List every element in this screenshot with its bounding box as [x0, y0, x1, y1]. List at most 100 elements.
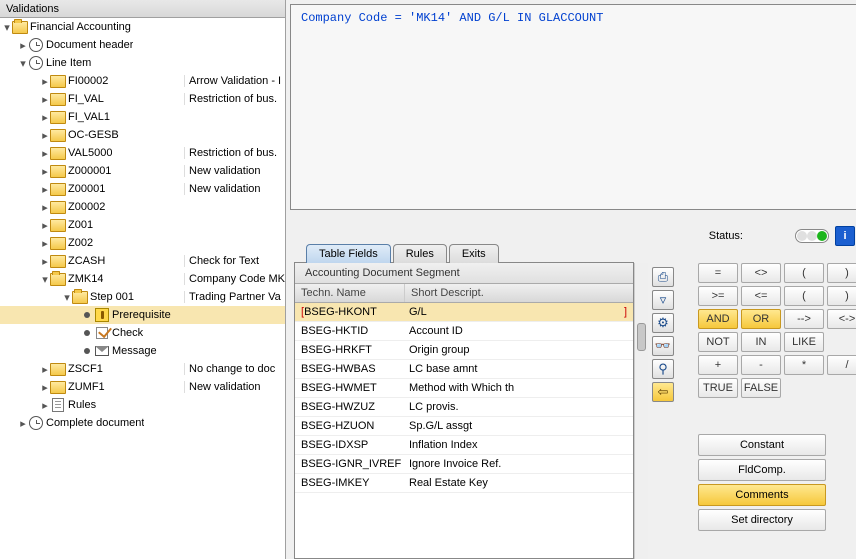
table-row[interactable]: BSEG-HWBASLC base amnt — [295, 360, 633, 379]
operator-button[interactable]: / — [827, 355, 856, 375]
tab-strip: Table Fields Rules Exits — [306, 244, 709, 263]
expand-icon[interactable]: ▸ — [40, 75, 50, 88]
operator-button[interactable]: ) — [827, 263, 856, 283]
expand-icon[interactable]: ▸ — [18, 39, 28, 52]
find-next-button[interactable]: ⚲ — [652, 359, 674, 379]
tree-item[interactable]: ▸ZSCF1No change to doc — [0, 360, 285, 378]
tree-item[interactable]: ▸FI00002Arrow Validation - I — [0, 72, 285, 90]
operator-button[interactable]: + — [698, 355, 738, 375]
operator-button[interactable]: <-> — [827, 309, 856, 329]
message-icon — [95, 346, 109, 356]
operator-button[interactable]: AND — [698, 309, 738, 329]
expand-icon[interactable]: ▸ — [40, 201, 50, 214]
operator-button[interactable]: NOT — [698, 332, 738, 352]
tree-item[interactable]: ▸ZCASHCheck for Text — [0, 252, 285, 270]
collapse-icon[interactable]: ▾ — [2, 21, 12, 34]
formula-editor[interactable]: Company Code = 'MK14' AND G/L IN GLACCOU… — [290, 4, 856, 210]
fldcomp-button[interactable]: FldComp. — [698, 459, 826, 481]
operator-button[interactable]: >= — [698, 286, 738, 306]
expand-icon[interactable]: ▸ — [40, 183, 50, 196]
expand-icon[interactable]: ▸ — [40, 93, 50, 106]
tree-item[interactable]: ▸Rules — [0, 396, 285, 414]
tree-item[interactable]: ▸Z00001New validation — [0, 180, 285, 198]
config-button[interactable]: ⚙ — [652, 313, 674, 333]
status-label: Status: — [709, 230, 743, 242]
expand-icon[interactable]: ▸ — [40, 129, 50, 142]
collapse-icon[interactable]: ▾ — [18, 57, 28, 70]
expand-icon[interactable]: ▸ — [40, 399, 50, 412]
operator-button[interactable]: --> — [784, 309, 824, 329]
tree-item[interactable]: ▸Z002 — [0, 234, 285, 252]
validation-tree[interactable]: ▾ Financial Accounting ▸ Document header… — [0, 18, 285, 559]
operator-button[interactable]: * — [784, 355, 824, 375]
table-scrollbar[interactable] — [634, 263, 648, 559]
expand-icon[interactable]: ▸ — [40, 165, 50, 178]
print-button[interactable]: ⎙ — [652, 267, 674, 287]
tree-item[interactable]: ▾ZMK14Company Code MK — [0, 270, 285, 288]
comments-button[interactable]: Comments — [698, 484, 826, 506]
tree-item[interactable]: ▸OC-GESB — [0, 126, 285, 144]
tree-item[interactable]: ▸Z00002 — [0, 198, 285, 216]
table-row[interactable]: BSEG-IGNR_IVREFIgnore Invoice Ref. — [295, 455, 633, 474]
tree-root[interactable]: ▾ Financial Accounting — [0, 18, 285, 36]
operator-button[interactable]: OR — [741, 309, 781, 329]
operator-button[interactable]: - — [741, 355, 781, 375]
tree-group-docheader[interactable]: ▸ Document header — [0, 36, 285, 54]
check-icon — [96, 327, 108, 339]
operator-button[interactable]: <> — [741, 263, 781, 283]
table-row[interactable]: [BSEG-HKONTG/L] — [295, 303, 633, 322]
operator-button[interactable]: ( — [784, 263, 824, 283]
tree-item[interactable]: ▸Z001 — [0, 216, 285, 234]
tree-prerequisite[interactable]: Prerequisite — [0, 306, 285, 324]
tree-item[interactable]: ▸Z000001New validation — [0, 162, 285, 180]
operator-button[interactable]: FALSE — [741, 378, 781, 398]
field-table[interactable]: Accounting Document Segment Techn. Name … — [294, 262, 634, 559]
table-row[interactable]: BSEG-HKTIDAccount ID — [295, 322, 633, 341]
operator-button[interactable]: TRUE — [698, 378, 738, 398]
filter-button[interactable]: ▿ — [652, 290, 674, 310]
find-button[interactable]: 👓 — [652, 336, 674, 356]
expand-icon[interactable]: ▸ — [40, 147, 50, 160]
expand-icon[interactable]: ▸ — [40, 255, 50, 268]
tree-group-complete[interactable]: ▸ Complete document — [0, 414, 285, 432]
tree-item[interactable]: ▸VAL5000Restriction of bus. — [0, 144, 285, 162]
back-button[interactable]: ⇦ — [652, 382, 674, 402]
tree-item[interactable]: ▸FI_VAL1 — [0, 108, 285, 126]
collapse-icon[interactable]: ▾ — [40, 273, 50, 286]
info-button[interactable]: i — [835, 226, 855, 246]
tree-item[interactable]: ▸FI_VALRestriction of bus. — [0, 90, 285, 108]
tab-exits[interactable]: Exits — [449, 244, 499, 263]
collapse-icon[interactable]: ▾ — [62, 291, 72, 304]
operator-button[interactable]: ( — [784, 286, 824, 306]
table-row[interactable]: BSEG-HWMETMethod with Which th — [295, 379, 633, 398]
constant-button[interactable]: Constant — [698, 434, 826, 456]
expand-icon[interactable]: ▸ — [40, 363, 50, 376]
panel-title: Validations — [0, 0, 285, 18]
tab-table-fields[interactable]: Table Fields — [306, 244, 391, 263]
status-leds — [795, 229, 829, 243]
table-row[interactable]: BSEG-HRKFTOrigin group — [295, 341, 633, 360]
expand-icon[interactable]: ▸ — [40, 381, 50, 394]
operator-button[interactable]: ) — [827, 286, 856, 306]
setdirectory-button[interactable]: Set directory — [698, 509, 826, 531]
table-title: Accounting Document Segment — [295, 263, 633, 284]
table-row[interactable]: BSEG-HZUONSp.G/L assgt — [295, 417, 633, 436]
operator-button[interactable]: LIKE — [784, 332, 824, 352]
operator-button[interactable]: IN — [741, 332, 781, 352]
tree-step[interactable]: ▾ Step 001 Trading Partner Va — [0, 288, 285, 306]
clock-icon — [29, 56, 43, 70]
table-row[interactable]: BSEG-IDXSPInflation Index — [295, 436, 633, 455]
expand-icon[interactable]: ▸ — [40, 237, 50, 250]
tree-message[interactable]: Message — [0, 342, 285, 360]
expand-icon[interactable]: ▸ — [18, 417, 28, 430]
tree-check[interactable]: Check — [0, 324, 285, 342]
expand-icon[interactable]: ▸ — [40, 111, 50, 124]
operator-button[interactable]: <= — [741, 286, 781, 306]
tree-item[interactable]: ▸ZUMF1New validation — [0, 378, 285, 396]
expand-icon[interactable]: ▸ — [40, 219, 50, 232]
tab-rules[interactable]: Rules — [393, 244, 447, 263]
operator-button[interactable]: = — [698, 263, 738, 283]
table-row[interactable]: BSEG-IMKEYReal Estate Key — [295, 474, 633, 493]
table-row[interactable]: BSEG-HWZUZLC provis. — [295, 398, 633, 417]
tree-group-lineitem[interactable]: ▾ Line Item — [0, 54, 285, 72]
